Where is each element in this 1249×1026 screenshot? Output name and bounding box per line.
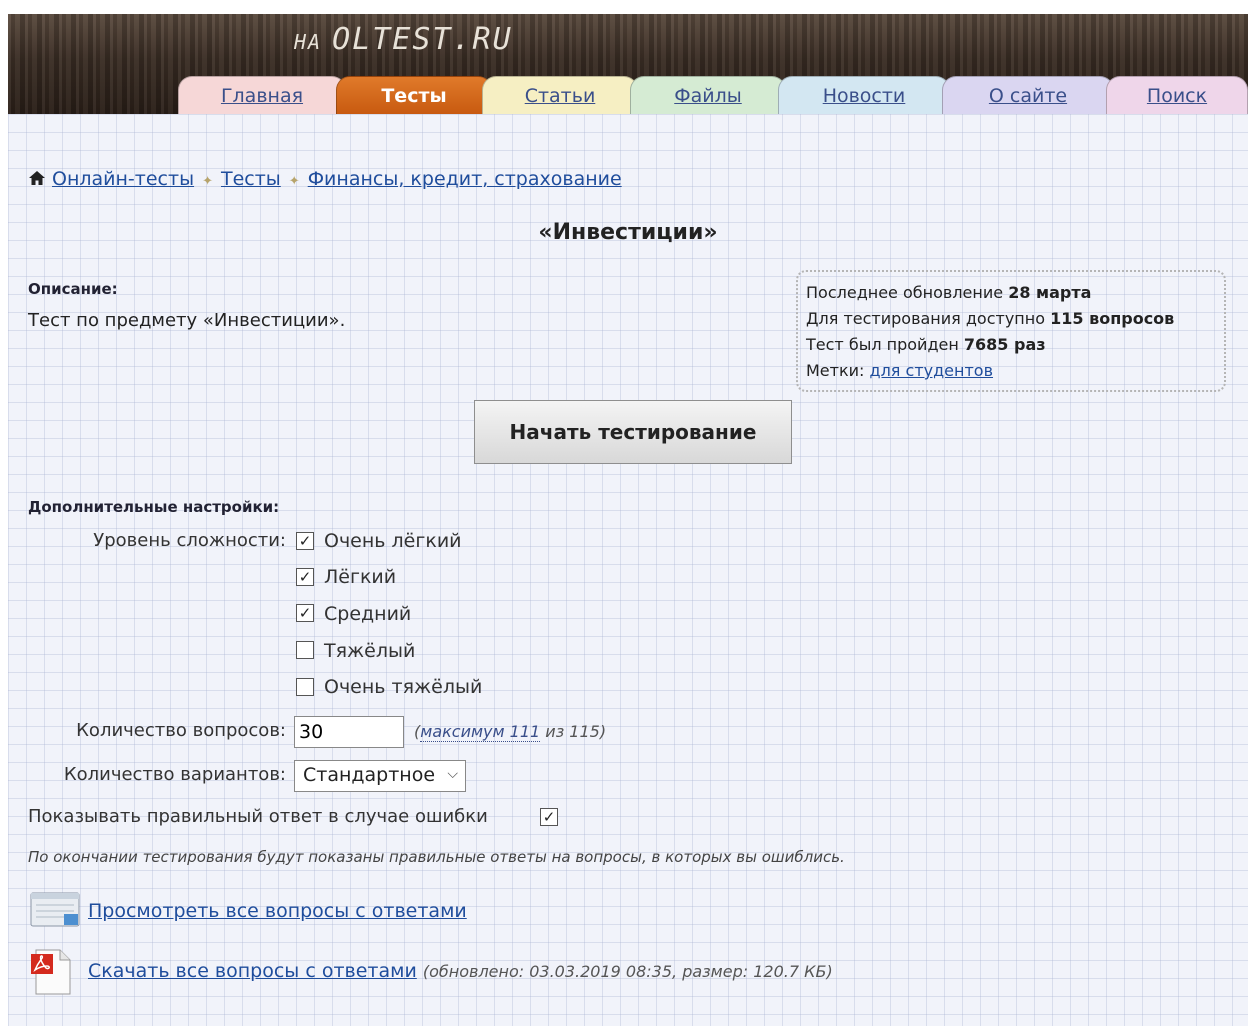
variants-count-select[interactable]: Стандартное ⌵ <box>294 760 466 792</box>
info-tags-label: Метки: <box>806 361 865 380</box>
difficulty-very-easy-label: Очень лёгкий <box>324 530 462 552</box>
info-passed-label: Тест был пройден <box>806 335 959 354</box>
difficulty-very-hard-label: Очень тяжёлый <box>324 676 483 698</box>
description-text: Тест по предмету «Инвестиции». <box>28 310 346 331</box>
breadcrumb-online-tests[interactable]: Онлайн-тесты <box>52 168 194 190</box>
difficulty-very-hard-checkbox[interactable] <box>296 678 314 696</box>
info-updated-label: Последнее обновление <box>806 283 1004 302</box>
questions-count-input[interactable] <box>294 716 404 748</box>
chevron-down-icon: ⌵ <box>447 766 458 782</box>
info-tags: Метки: для студентов <box>806 358 1216 384</box>
view-questions-row: Просмотреть все вопросы с ответами <box>88 900 467 922</box>
breadcrumb-tests[interactable]: Тесты <box>221 168 281 190</box>
start-test-button[interactable]: Начать тестирование <box>474 400 792 464</box>
hint-suffix: из 115) <box>540 722 607 741</box>
test-info-box: Последнее обновление 28 марта Для тестир… <box>796 270 1226 392</box>
tab-home[interactable]: Главная <box>178 76 346 114</box>
tab-articles[interactable]: Статьи <box>482 76 638 114</box>
questions-max-link[interactable]: максимум 111 <box>420 722 541 742</box>
home-icon[interactable] <box>28 170 46 186</box>
main-nav-tabs: Главная Тесты Статьи Файлы Новости О сай… <box>178 76 1248 114</box>
difficulty-easy-label: Лёгкий <box>324 566 397 588</box>
tab-tests[interactable]: Тесты <box>336 76 492 114</box>
variants-count-value: Стандартное <box>303 764 436 786</box>
page-frame: НА OLTEST.RU Главная Тесты Статьи Файлы Н… <box>8 14 1248 1026</box>
info-passed-value: 7685 раз <box>963 335 1046 354</box>
difficulty-hard-checkbox[interactable] <box>296 641 314 659</box>
difficulty-easy-checkbox[interactable]: ✓ <box>296 568 314 586</box>
show-answer-checkbox[interactable]: ✓ <box>540 808 558 826</box>
info-updated-value: 28 марта <box>1008 283 1092 302</box>
logo-prefix: НА <box>294 30 323 54</box>
info-available-label: Для тестирования доступно <box>806 309 1046 328</box>
page-title: «Инвестиции» <box>538 220 718 245</box>
show-answer-label: Показывать правильный ответ в случае оши… <box>28 806 488 827</box>
info-updated: Последнее обновление 28 марта <box>806 280 1216 306</box>
tab-news[interactable]: Новости <box>778 76 950 114</box>
download-all-questions-link[interactable]: Скачать все вопросы с ответами <box>88 960 417 982</box>
tab-files[interactable]: Файлы <box>630 76 786 114</box>
tab-about[interactable]: О сайте <box>942 76 1114 114</box>
document-list-icon <box>30 892 80 927</box>
breadcrumb-separator-icon: ✦ <box>288 174 300 189</box>
difficulty-label: Уровень сложности: <box>93 530 286 551</box>
tab-search[interactable]: Поиск <box>1106 76 1248 114</box>
difficulty-medium-label: Средний <box>324 603 412 625</box>
questions-count-hint: (максимум 111 из 115) <box>414 722 607 742</box>
download-questions-row: Скачать все вопросы с ответами (обновлен… <box>88 960 833 982</box>
info-passed: Тест был пройден 7685 раз <box>806 332 1216 358</box>
variants-count-label: Количество вариантов: <box>63 764 286 785</box>
info-available: Для тестирования доступно 115 вопросов <box>806 306 1216 332</box>
show-answer-note: По окончании тестирования будут показаны… <box>28 848 845 866</box>
site-header: НА OLTEST.RU Главная Тесты Статьи Файлы Н… <box>8 14 1248 114</box>
tag-link[interactable]: для студентов <box>870 361 994 380</box>
breadcrumb-category[interactable]: Финансы, кредит, страхование <box>308 168 622 190</box>
breadcrumb: Онлайн-тесты ✦ Тесты ✦ Финансы, кредит, стра… <box>28 168 622 190</box>
difficulty-medium-checkbox[interactable]: ✓ <box>296 604 314 622</box>
difficulty-hard-label: Тяжёлый <box>324 640 416 662</box>
pdf-icon <box>31 949 71 995</box>
logo-text: OLTEST.RU <box>332 22 513 57</box>
site-logo[interactable]: НА OLTEST.RU <box>294 22 513 57</box>
advanced-settings-label: Дополнительные настройки: <box>28 498 280 516</box>
difficulty-very-easy-checkbox[interactable]: ✓ <box>296 532 314 550</box>
info-available-value: 115 вопросов <box>1050 309 1175 328</box>
description-label: Описание: <box>28 280 118 298</box>
breadcrumb-separator-icon: ✦ <box>202 174 213 189</box>
view-all-questions-link[interactable]: Просмотреть все вопросы с ответами <box>88 900 467 922</box>
questions-count-label: Количество вопросов: <box>76 720 286 741</box>
main-content: Онлайн-тесты ✦ Тесты ✦ Финансы, кредит, стра… <box>8 114 1248 1026</box>
download-meta: (обновлено: 03.03.2019 08:35, размер: 12… <box>422 962 833 981</box>
